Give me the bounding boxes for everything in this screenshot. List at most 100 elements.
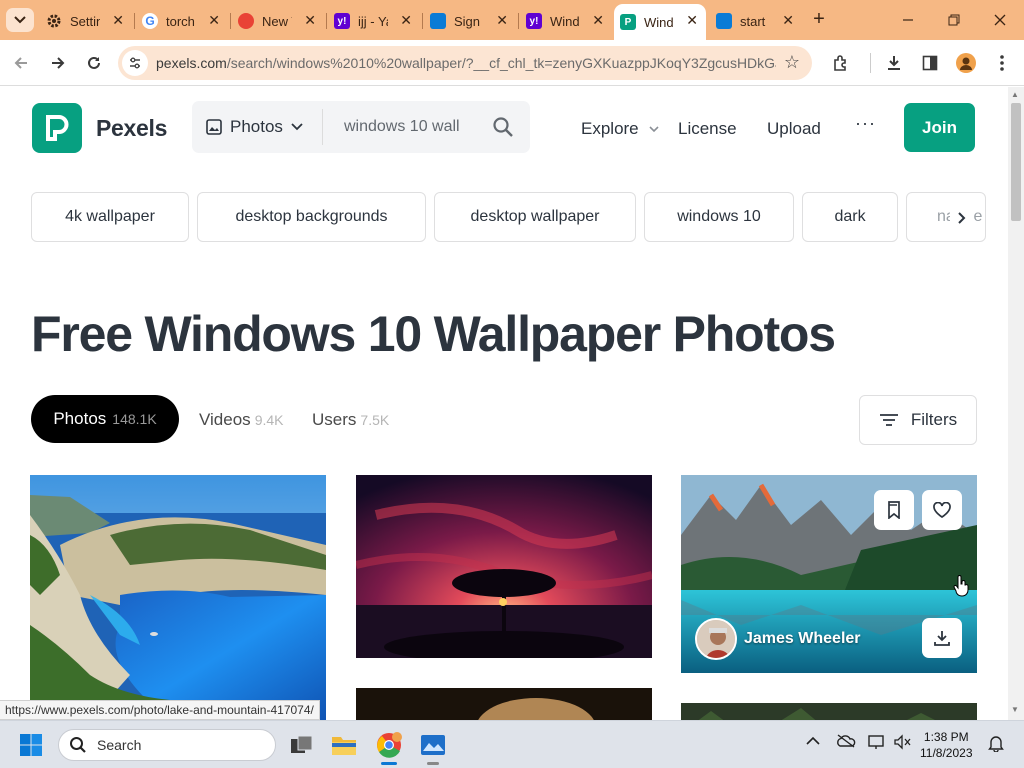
tab-users-label: Users — [312, 410, 357, 429]
forward-button[interactable] — [45, 50, 71, 76]
join-button[interactable]: Join — [904, 103, 975, 152]
photo-author[interactable]: James Wheeler — [695, 618, 861, 660]
back-button[interactable] — [8, 50, 34, 76]
search-bar[interactable]: Photos windows 10 wall — [192, 101, 530, 153]
new-tab-button[interactable]: + — [808, 8, 830, 32]
chip-desktop-backgrounds[interactable]: desktop backgrounds — [197, 192, 426, 242]
avatar — [695, 618, 737, 660]
restore-button[interactable] — [934, 8, 974, 32]
close-icon[interactable]: ✕ — [112, 12, 124, 29]
start-button[interactable] — [20, 734, 42, 761]
extensions-icon[interactable] — [830, 52, 852, 74]
tab-users[interactable]: Users 7.5K — [312, 410, 389, 430]
search-input[interactable]: windows 10 wall — [344, 118, 460, 136]
volume-muted-icon[interactable] — [893, 734, 911, 753]
site-info-icon[interactable] — [122, 50, 148, 76]
photo-tree-sunset[interactable] — [356, 475, 652, 658]
chevron-down-icon — [649, 126, 659, 133]
close-icon[interactable]: ✕ — [686, 12, 698, 29]
tab-start[interactable]: start ✕ — [710, 6, 802, 36]
onedrive-icon[interactable] — [836, 734, 856, 751]
filters-button[interactable]: Filters — [859, 395, 977, 445]
explore-menu[interactable]: Explore — [581, 119, 659, 139]
tab-google[interactable]: G torch ✕ — [136, 6, 228, 36]
chip-desktop-wallpaper[interactable]: desktop wallpaper — [434, 192, 636, 242]
tab-photos-count: 148.1K — [112, 411, 157, 427]
license-link[interactable]: License — [678, 119, 737, 139]
network-icon[interactable] — [867, 734, 885, 753]
kebab-menu-icon[interactable] — [991, 52, 1013, 74]
close-icon[interactable]: ✕ — [782, 12, 794, 29]
close-icon[interactable]: ✕ — [208, 12, 220, 29]
close-window-button[interactable] — [980, 8, 1020, 32]
scrollbar-thumb[interactable] — [1011, 103, 1021, 221]
tab-search-button[interactable] — [6, 8, 34, 32]
brand-name[interactable]: Pexels — [96, 115, 167, 142]
close-icon[interactable]: ✕ — [592, 12, 604, 29]
pexels-logo-icon — [46, 115, 69, 141]
author-name: James Wheeler — [744, 630, 861, 647]
address-bar[interactable]: pexels.com/search/windows%2010%20wallpap… — [118, 46, 812, 80]
page-scrollbar[interactable]: ▲ ▼ — [1008, 87, 1024, 720]
download-button[interactable] — [922, 618, 962, 658]
photo-lion[interactable] — [356, 688, 652, 720]
yahoo-icon: y! — [526, 13, 542, 29]
file-explorer-button[interactable] — [328, 729, 360, 761]
reload-button[interactable] — [81, 50, 107, 76]
close-icon[interactable]: ✕ — [496, 12, 508, 29]
taskbar-search-label: Search — [97, 737, 142, 753]
arrow-right-icon — [52, 57, 65, 69]
more-menu[interactable]: ··· — [855, 113, 876, 134]
chip-dark[interactable]: dark — [802, 192, 898, 242]
photo-beach-cliffs[interactable] — [30, 475, 326, 720]
downloads-icon[interactable] — [883, 52, 905, 74]
tab-pexels-active[interactable]: P Windows 10 ✕ — [614, 4, 706, 40]
taskbar-clock[interactable]: 1:38 PM 11/8/2023 — [920, 729, 973, 761]
tab-settings[interactable]: Settings ✕ — [40, 6, 132, 36]
tab-yahoo[interactable]: y! ijj - Yahoo ✕ — [328, 6, 420, 36]
taskbar-search[interactable]: Search — [58, 729, 276, 761]
search-type-label: Photos — [230, 117, 283, 136]
minimize-button[interactable] — [888, 8, 928, 32]
side-panel-icon[interactable] — [919, 52, 941, 74]
search-type-dropdown[interactable]: Photos — [206, 117, 303, 137]
scroll-down-icon[interactable]: ▼ — [1011, 705, 1019, 714]
chip-4k-wallpaper[interactable]: 4k wallpaper — [31, 192, 189, 242]
page-title: Free Windows 10 Wallpaper Photos — [31, 306, 836, 362]
restore-icon — [948, 14, 960, 26]
tab-new-tab[interactable]: New Tab ✕ — [232, 6, 324, 36]
tab-videos[interactable]: Videos 9.4K — [199, 410, 284, 430]
bookmark-star-icon[interactable]: ☆ — [784, 52, 800, 73]
tab-sign-in[interactable]: Sign in ✕ — [424, 6, 516, 36]
chip-windows-10[interactable]: windows 10 — [644, 192, 794, 242]
tray-overflow-icon[interactable] — [806, 734, 820, 749]
yahoo-icon: y! — [334, 13, 350, 29]
chip-nature[interactable]: nature — [906, 192, 986, 242]
tab-photos[interactable]: Photos 148.1K — [31, 395, 179, 443]
pexels-page: Pexels Photos windows 10 wall Explore Li… — [0, 87, 1008, 720]
pexels-logo[interactable] — [32, 103, 82, 153]
chrome-taskbar-button[interactable] — [373, 729, 405, 765]
collect-button[interactable] — [874, 490, 914, 530]
notifications-icon[interactable] — [988, 734, 1004, 755]
scroll-up-icon[interactable]: ▲ — [1011, 90, 1019, 99]
tab-photos-label: Photos — [53, 409, 107, 428]
photo-lake-mountain[interactable]: James Wheeler — [681, 475, 977, 673]
explore-label: Explore — [581, 119, 639, 138]
running-indicator — [427, 762, 439, 765]
photos-taskbar-button[interactable] — [417, 729, 449, 765]
profile-avatar-icon[interactable] — [955, 52, 977, 74]
active-indicator — [381, 762, 397, 765]
clock-time: 1:38 PM — [923, 730, 969, 744]
chips-next-button[interactable] — [950, 206, 974, 230]
search-icon[interactable] — [492, 116, 514, 143]
close-icon[interactable]: ✕ — [304, 12, 316, 29]
photo-forest[interactable] — [681, 703, 977, 720]
tab-users-count: 7.5K — [360, 412, 390, 428]
upload-link[interactable]: Upload — [767, 119, 821, 139]
like-button[interactable] — [922, 490, 962, 530]
tab-yahoo-windows[interactable]: y! Windows ✕ — [520, 6, 612, 36]
photos-app-icon — [421, 735, 445, 755]
task-view-button[interactable] — [286, 729, 318, 761]
close-icon[interactable]: ✕ — [400, 12, 412, 29]
